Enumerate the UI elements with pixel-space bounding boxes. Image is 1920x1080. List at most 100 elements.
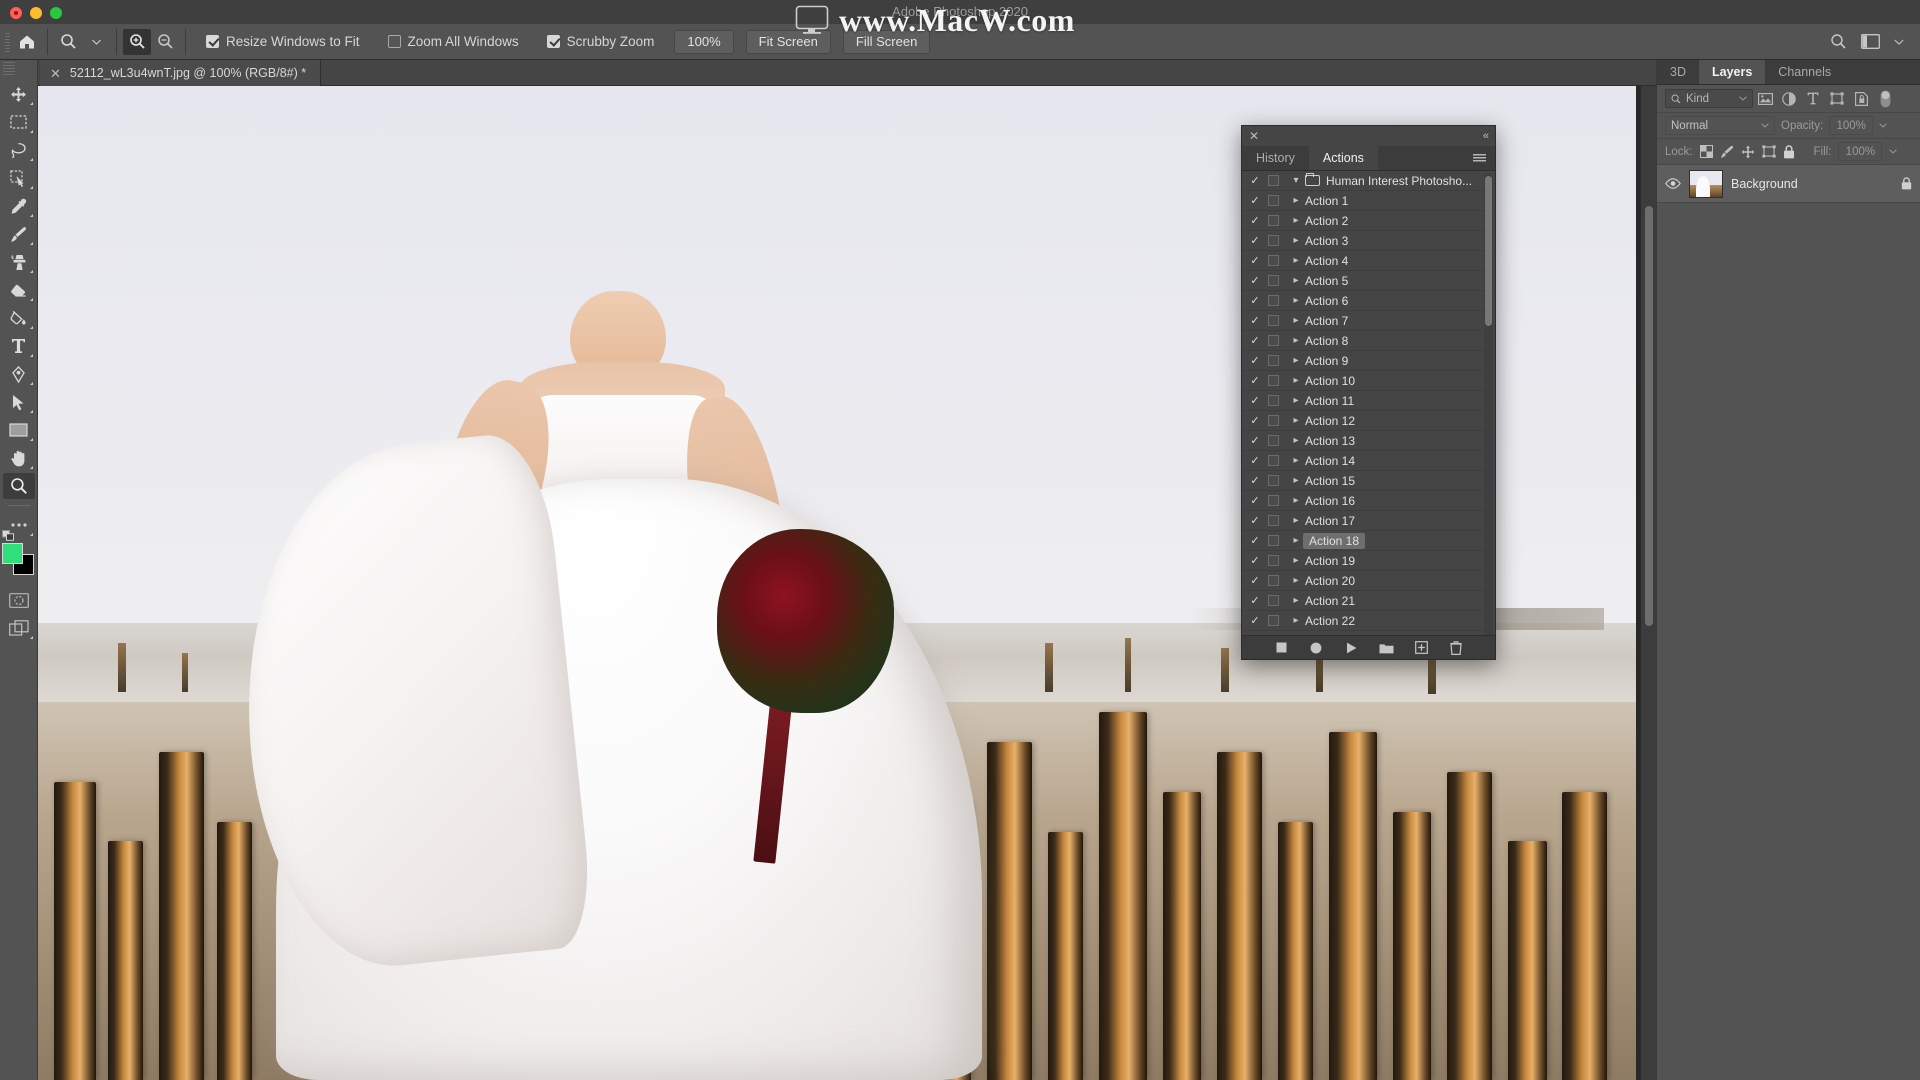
panel-menu-icon[interactable] bbox=[1464, 146, 1495, 170]
fill-value[interactable]: 100% bbox=[1838, 142, 1883, 161]
chevron-right-icon[interactable]: ▸ bbox=[1287, 355, 1305, 366]
actions-panel-titlebar[interactable]: ✕ « bbox=[1242, 126, 1495, 146]
rectangular-marquee-tool[interactable] bbox=[3, 109, 35, 135]
action-enabled-checkmark[interactable]: ✓ bbox=[1248, 514, 1262, 527]
action-row[interactable]: ✓ ▸ Action 20 bbox=[1242, 571, 1495, 591]
action-dialog-toggle[interactable] bbox=[1268, 435, 1279, 446]
chevron-down-icon[interactable] bbox=[1761, 123, 1769, 128]
action-enabled-checkmark[interactable]: ✓ bbox=[1248, 434, 1262, 447]
action-row[interactable]: ✓ ▸ Action 14 bbox=[1242, 451, 1495, 471]
new-set-icon[interactable] bbox=[1378, 640, 1394, 656]
action-dialog-toggle[interactable] bbox=[1268, 235, 1279, 246]
layer-row-background[interactable]: Background bbox=[1657, 165, 1920, 203]
action-enabled-checkmark[interactable]: ✓ bbox=[1248, 354, 1262, 367]
move-tool[interactable] bbox=[3, 81, 35, 107]
new-action-icon[interactable] bbox=[1413, 640, 1429, 656]
canvas-vertical-scrollbar[interactable] bbox=[1640, 86, 1656, 1080]
lock-image-pixels-icon[interactable] bbox=[1720, 145, 1734, 159]
fill-screen-button[interactable]: Fill Screen bbox=[842, 29, 931, 54]
action-row[interactable]: ✓ ▸ Action 1 bbox=[1242, 191, 1495, 211]
search-icon[interactable] bbox=[1830, 33, 1847, 50]
chevron-right-icon[interactable]: ▸ bbox=[1287, 595, 1305, 606]
zoom-out-icon[interactable] bbox=[151, 29, 179, 55]
clone-stamp-tool[interactable] bbox=[3, 249, 35, 275]
actions-list[interactable]: ✓ ▾ Human Interest Photosho... ✓ ▸ Action … bbox=[1242, 171, 1495, 635]
home-icon[interactable] bbox=[13, 29, 41, 55]
action-row[interactable]: ✓ ▸ Action 12 bbox=[1242, 411, 1495, 431]
action-enabled-checkmark[interactable]: ✓ bbox=[1248, 294, 1262, 307]
scrubby-zoom-checkbox[interactable]: Scrubby Zoom bbox=[546, 34, 654, 49]
close-icon[interactable]: ✕ bbox=[1249, 130, 1259, 142]
chevron-right-icon[interactable]: ▸ bbox=[1287, 215, 1305, 226]
filter-pixel-icon[interactable] bbox=[1753, 92, 1777, 105]
actions-set-row[interactable]: ✓ ▾ Human Interest Photosho... bbox=[1242, 171, 1495, 191]
action-enabled-checkmark[interactable]: ✓ bbox=[1248, 314, 1262, 327]
filter-type-icon[interactable] bbox=[1801, 92, 1825, 105]
opacity-value[interactable]: 100% bbox=[1829, 116, 1874, 135]
action-dialog-toggle[interactable] bbox=[1268, 535, 1279, 546]
screen-mode-icon[interactable] bbox=[3, 615, 35, 641]
action-dialog-toggle[interactable] bbox=[1268, 255, 1279, 266]
tools-panel-grip[interactable] bbox=[3, 62, 15, 76]
chevron-right-icon[interactable]: ▸ bbox=[1287, 575, 1305, 586]
chevron-down-icon[interactable] bbox=[1739, 96, 1747, 101]
layer-thumbnail[interactable] bbox=[1689, 169, 1723, 198]
lock-position-icon[interactable] bbox=[1741, 145, 1755, 159]
checkbox-box[interactable] bbox=[387, 35, 401, 48]
action-dialog-toggle[interactable] bbox=[1268, 475, 1279, 486]
action-enabled-checkmark[interactable]: ✓ bbox=[1248, 394, 1262, 407]
chevron-right-icon[interactable]: ▸ bbox=[1287, 315, 1305, 326]
workspace-icon[interactable] bbox=[1861, 34, 1880, 49]
quick-selection-tool[interactable] bbox=[3, 165, 35, 191]
action-dialog-toggle[interactable] bbox=[1268, 595, 1279, 606]
stop-recording-icon[interactable] bbox=[1273, 640, 1289, 656]
default-colors-icon[interactable] bbox=[1, 530, 18, 541]
action-dialog-toggle[interactable] bbox=[1268, 335, 1279, 346]
action-enabled-checkmark[interactable]: ✓ bbox=[1248, 614, 1262, 627]
action-enabled-checkmark[interactable]: ✓ bbox=[1248, 494, 1262, 507]
chevron-right-icon[interactable]: ▸ bbox=[1287, 455, 1305, 466]
action-enabled-checkmark[interactable]: ✓ bbox=[1248, 174, 1262, 187]
action-row[interactable]: ✓ ▸ Action 22 bbox=[1242, 611, 1495, 631]
action-row[interactable]: ✓ ▸ Action 15 bbox=[1242, 471, 1495, 491]
tab-3d[interactable]: 3D bbox=[1657, 60, 1699, 84]
chevron-right-icon[interactable]: ▸ bbox=[1287, 295, 1305, 306]
chevron-right-icon[interactable]: ▸ bbox=[1287, 415, 1305, 426]
lasso-tool[interactable] bbox=[3, 137, 35, 163]
action-row[interactable]: ✓ ▸ Action 3 bbox=[1242, 231, 1495, 251]
action-dialog-toggle[interactable] bbox=[1268, 495, 1279, 506]
action-row[interactable]: ✓ ▸ Action 4 bbox=[1242, 251, 1495, 271]
pen-tool[interactable] bbox=[3, 361, 35, 387]
action-row[interactable]: ✓ ▸ Action 13 bbox=[1242, 431, 1495, 451]
options-bar-grip[interactable] bbox=[3, 30, 13, 53]
action-row[interactable]: ✓ ▸ Action 16 bbox=[1242, 491, 1495, 511]
zoom-tool-icon[interactable] bbox=[54, 29, 82, 55]
brush-tool[interactable] bbox=[3, 221, 35, 247]
action-row[interactable]: ✓ ▸ Action 10 bbox=[1242, 371, 1495, 391]
action-enabled-checkmark[interactable]: ✓ bbox=[1248, 534, 1262, 547]
layer-filter-kind-select[interactable]: Kind bbox=[1665, 89, 1753, 108]
action-enabled-checkmark[interactable]: ✓ bbox=[1248, 374, 1262, 387]
actions-scrollbar[interactable] bbox=[1484, 173, 1493, 635]
action-row[interactable]: ✓ ▸ Action 19 bbox=[1242, 551, 1495, 571]
action-row-selected[interactable]: ✓ ▸ Action 18 bbox=[1242, 531, 1495, 551]
chevron-right-icon[interactable]: ▸ bbox=[1287, 435, 1305, 446]
canvas-scrollbar-thumb[interactable] bbox=[1645, 206, 1653, 626]
tab-history[interactable]: History bbox=[1242, 146, 1309, 170]
action-dialog-toggle[interactable] bbox=[1268, 555, 1279, 566]
chevron-right-icon[interactable]: ▸ bbox=[1287, 255, 1305, 266]
chevron-right-icon[interactable]: ▸ bbox=[1287, 195, 1305, 206]
action-dialog-toggle[interactable] bbox=[1268, 415, 1279, 426]
action-enabled-checkmark[interactable]: ✓ bbox=[1248, 214, 1262, 227]
action-dialog-toggle[interactable] bbox=[1268, 575, 1279, 586]
lock-artboard-nesting-icon[interactable] bbox=[1761, 145, 1776, 158]
lock-icon[interactable] bbox=[1901, 177, 1912, 190]
filter-smart-object-icon[interactable] bbox=[1849, 91, 1873, 106]
zoom-all-windows-checkbox[interactable]: Zoom All Windows bbox=[387, 34, 519, 49]
action-enabled-checkmark[interactable]: ✓ bbox=[1248, 274, 1262, 287]
zoom-in-icon[interactable] bbox=[123, 28, 151, 55]
action-enabled-checkmark[interactable]: ✓ bbox=[1248, 414, 1262, 427]
path-selection-tool[interactable] bbox=[3, 389, 35, 415]
document-tab[interactable]: ✕ 52112_wL3u4wnT.jpg @ 100% (RGB/8#) * bbox=[40, 60, 322, 86]
lock-transparent-pixels-icon[interactable] bbox=[1699, 145, 1713, 158]
